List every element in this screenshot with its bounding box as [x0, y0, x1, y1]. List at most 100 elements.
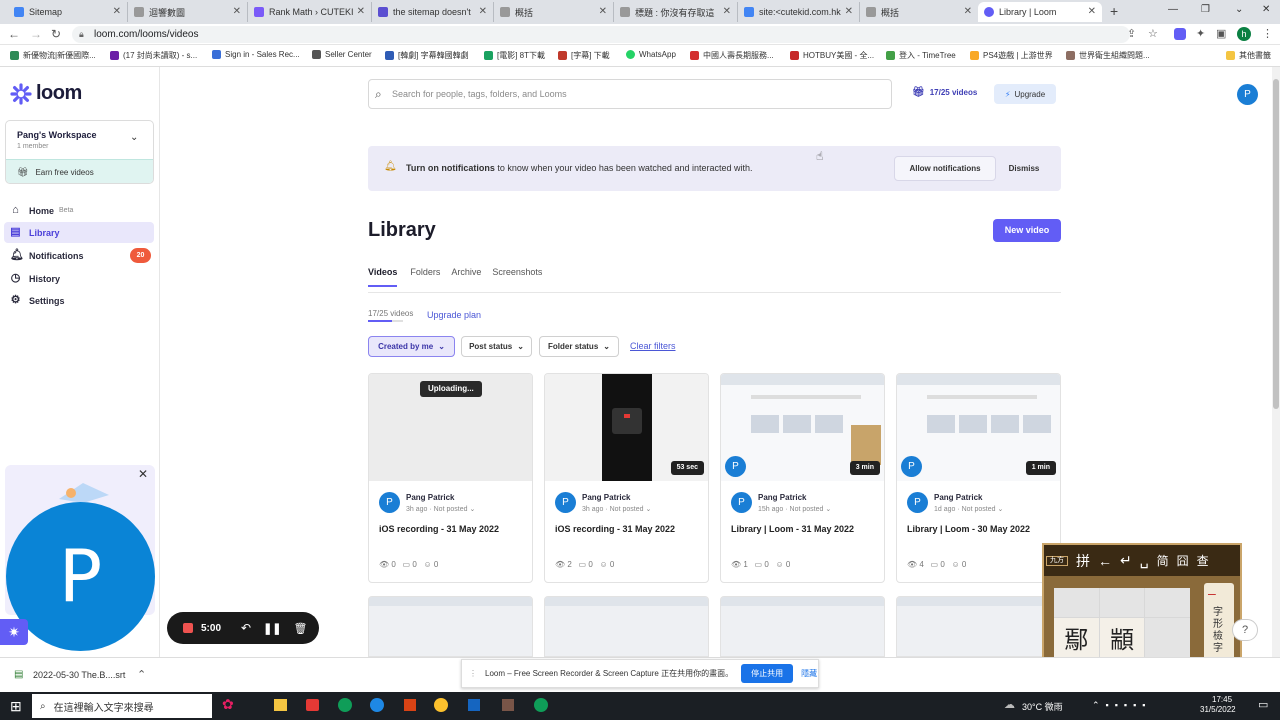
star-icon[interactable]: ☆	[1148, 27, 1158, 40]
search-input[interactable]: ⌕ Search for people, tags, folders, and …	[368, 79, 892, 109]
camera-bubble[interactable]: P	[6, 502, 155, 651]
ime-lookup-button[interactable]: 查	[1197, 552, 1209, 569]
office-icon[interactable]	[404, 699, 416, 711]
tab-close-icon[interactable]: ✕	[113, 6, 121, 17]
bookmark[interactable]: 登入 - TimeTree	[886, 50, 956, 61]
extensions-icon[interactable]: ✦	[1196, 27, 1205, 40]
tab-close-icon[interactable]: ✕	[964, 6, 972, 17]
video-card[interactable]: P 1 min P Pang Patrick 1d ago · Not post…	[896, 373, 1061, 583]
tab-close-icon[interactable]: ✕	[357, 6, 365, 17]
tab-folders[interactable]: Folders	[410, 267, 440, 287]
ime-space-icon[interactable]: ␣	[1140, 552, 1149, 569]
workspace-switcher[interactable]: Pang's Workspace 1 member ⌄ 🎁︎ Earn free…	[5, 120, 154, 184]
bookmark[interactable]: (17 封尚未讀取) - s...	[110, 50, 197, 61]
back-icon[interactable]: ←	[8, 27, 20, 41]
file-explorer-icon[interactable]	[274, 699, 287, 711]
browser-tab[interactable]: 迴響數圖 ✕	[128, 2, 248, 22]
filter-post-status[interactable]: Post status ⌄	[461, 336, 532, 357]
bookmark[interactable]: [字幕] 下載	[558, 50, 610, 61]
tab-screenshots[interactable]: Screenshots	[492, 267, 542, 287]
trash-icon[interactable]: 🗑︎	[294, 622, 308, 635]
loom-logo[interactable]: loom	[10, 82, 82, 105]
stop-recording-icon[interactable]	[183, 623, 193, 633]
new-video-button[interactable]: New video	[993, 219, 1061, 242]
sidepanel-icon[interactable]: ▣	[1216, 27, 1226, 40]
tray-icons[interactable]: ⌃▪▪▪▪▪	[1092, 700, 1152, 711]
bookmark[interactable]: 中國人壽長期服務...	[690, 50, 774, 61]
menu-icon[interactable]: ⋮	[1262, 27, 1273, 40]
drag-handle-icon[interactable]: ⋮	[469, 669, 477, 678]
bookmark[interactable]: Sign in - Sales Rec...	[212, 50, 300, 59]
tab-close-icon[interactable]: ✕	[599, 6, 607, 17]
ime-mode-button[interactable]: 九方	[1046, 555, 1068, 566]
chrome-canary-icon[interactable]	[434, 698, 448, 712]
card-title[interactable]: iOS recording - 31 May 2022	[555, 524, 675, 534]
card-title[interactable]: Library | Loom - 31 May 2022	[731, 524, 854, 534]
browser-tab[interactable]: 標題 : 你沒有存取這 ✕	[614, 2, 738, 22]
browser-tab-active[interactable]: Library | Loom ✕	[978, 2, 1102, 22]
video-card[interactable]	[896, 596, 1061, 657]
clear-filters-link[interactable]: Clear filters	[630, 341, 676, 351]
card-title[interactable]: Library | Loom - 30 May 2022	[907, 524, 1030, 534]
sidebar-item-notifications[interactable]: 🔔︎ Notifications 20	[4, 245, 154, 266]
video-card[interactable]: 53 sec P Pang Patrick 3h ago · Not poste…	[544, 373, 709, 583]
tab-close-icon[interactable]: ✕	[1088, 6, 1096, 17]
restore-icon[interactable]: ❐	[1201, 4, 1210, 15]
video-card[interactable]: P 3 min P Pang Patrick 15h ago · Not pos…	[720, 373, 885, 583]
video-thumbnail[interactable]: 53 sec	[545, 374, 708, 481]
upgrade-button[interactable]: ⚡︎ Upgrade	[994, 84, 1056, 104]
bookmark[interactable]: 新優物流|新優國際...	[10, 50, 96, 61]
download-filename[interactable]: 2022-05-30 The.B....srt	[33, 670, 125, 680]
browser-tab[interactable]: 概括 ✕	[494, 2, 614, 22]
windows-start-icon[interactable]: ⊞	[10, 698, 22, 715]
bookmark[interactable]: [電影] 8T下載	[484, 50, 545, 61]
bookmark-folder[interactable]: 其他書籤	[1226, 50, 1271, 61]
bookmark[interactable]: HOTBUY美國 - 全...	[790, 50, 874, 61]
video-thumbnail[interactable]: P 1 min	[897, 374, 1060, 481]
ime-pinyin-button[interactable]: 拼	[1076, 551, 1090, 571]
video-thumbnail[interactable]: Uploading...	[369, 374, 532, 481]
browser-tab[interactable]: Rank Math › CUTEKI ✕	[248, 2, 372, 22]
stop-sharing-button[interactable]: 停止共用	[741, 664, 794, 683]
ime-backspace-icon[interactable]: ←	[1098, 553, 1112, 569]
taskbar-search-input[interactable]: ⌕ 在這裡輸入文字來搜尋	[32, 694, 212, 718]
bookmark[interactable]: PS4遊戲 | 上游世界	[970, 50, 1053, 61]
app-icon[interactable]	[502, 699, 514, 711]
sidebar-item-history[interactable]: ◷ History	[4, 268, 154, 289]
tab-videos[interactable]: Videos	[368, 267, 398, 287]
card-meta[interactable]: 3h ago · Not posted ⌄	[582, 505, 651, 513]
hide-button[interactable]: 隱藏	[801, 668, 817, 679]
tab-close-icon[interactable]: ✕	[845, 6, 853, 17]
help-icon[interactable]: ?	[1232, 619, 1258, 641]
video-card[interactable]	[544, 596, 709, 657]
browser-tab[interactable]: site:<cutekid.com.hk ✕	[738, 2, 860, 22]
card-meta[interactable]: 15h ago · Not posted ⌄	[758, 505, 831, 513]
tab-archive[interactable]: Archive	[451, 267, 481, 287]
video-count-link[interactable]: 🎁︎ 17/25 videos	[912, 87, 977, 98]
page-scrollbar[interactable]	[1272, 67, 1280, 657]
chrome-icon[interactable]	[338, 698, 352, 712]
close-window-icon[interactable]: ✕	[1262, 4, 1270, 15]
close-icon[interactable]: ✕	[138, 467, 148, 481]
browser-tab[interactable]: the sitemap doesn't ✕	[372, 2, 494, 22]
weather-text[interactable]: 30°C 微雨	[1022, 700, 1063, 713]
card-meta[interactable]: 3h ago · Not posted ⌄	[406, 505, 475, 513]
video-card[interactable]	[368, 596, 533, 657]
chevron-up-icon[interactable]: ⌃	[137, 668, 146, 681]
switch-icon[interactable]	[306, 699, 319, 711]
card-title[interactable]: iOS recording - 31 May 2022	[379, 524, 499, 534]
chrome-icon[interactable]	[534, 698, 548, 712]
profile-avatar[interactable]: h	[1237, 27, 1251, 41]
video-thumbnail[interactable]: P 3 min	[721, 374, 884, 481]
notification-center-icon[interactable]: ▭	[1258, 698, 1268, 711]
pause-icon[interactable]: ❚❚	[263, 622, 281, 635]
chevron-down-icon[interactable]: ⌄	[1235, 4, 1243, 15]
sidebar-item-library[interactable]: ▤ Library	[4, 222, 154, 243]
forward-icon[interactable]: →	[30, 27, 42, 41]
word-icon[interactable]	[468, 699, 480, 711]
tab-close-icon[interactable]: ✕	[479, 6, 487, 17]
earn-free-videos[interactable]: 🎁︎ Earn free videos	[6, 159, 153, 183]
dismiss-button[interactable]: Dismiss	[1004, 156, 1044, 181]
new-tab-icon[interactable]: +	[1110, 3, 1118, 19]
loom-menu-icon[interactable]: ✷	[0, 619, 28, 645]
